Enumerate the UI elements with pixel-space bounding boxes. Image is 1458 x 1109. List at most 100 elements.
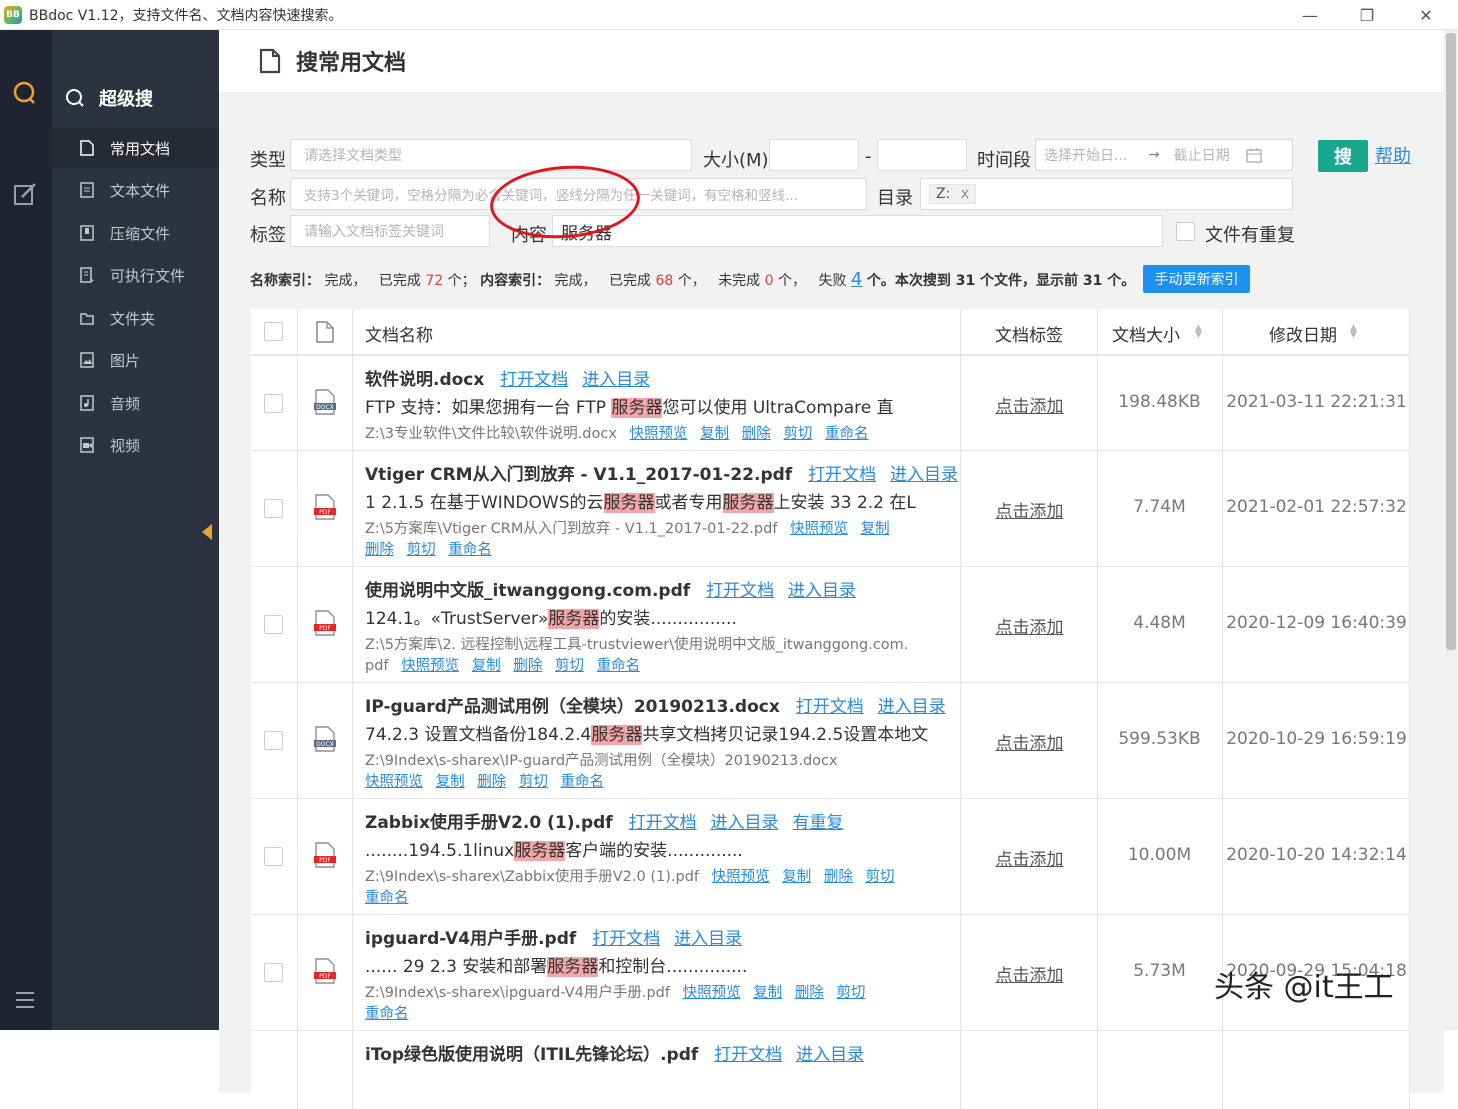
content-fail-count[interactable]: 4 [851,269,862,290]
copy-link[interactable]: 复制 [861,521,890,537]
sidebar-item-folders[interactable]: 文件夹 [52,298,219,338]
add-tag-link[interactable]: 点击添加 [961,613,1098,638]
header-modified-date[interactable]: 修改日期 [1269,321,1337,346]
open-doc-link[interactable]: 打开文档 [808,465,876,485]
select-all-checkbox[interactable] [264,322,283,341]
sidebar-item-video[interactable]: 视频 [52,425,219,465]
rename-link[interactable]: 重命名 [560,774,604,790]
rename-link[interactable]: 重命名 [365,890,409,906]
open-folder-link[interactable]: 进入目录 [788,581,856,601]
doc-date: 2020-10-20 14:32:14 [1226,845,1407,865]
preview-link[interactable]: 快照预览 [683,985,741,1001]
menu-icon[interactable] [15,991,35,1009]
reindex-button[interactable]: 手动更新索引 [1143,265,1250,293]
row-checkbox[interactable] [264,394,283,413]
cut-link[interactable]: 剪切 [407,542,436,558]
open-doc-link[interactable]: 打开文档 [629,813,697,833]
header-doc-size[interactable]: 文档大小 [1112,321,1180,346]
cut-link[interactable]: 剪切 [519,774,548,790]
delete-link[interactable]: 删除 [477,774,506,790]
open-folder-link[interactable]: 进入目录 [711,813,779,833]
preview-link[interactable]: 快照预览 [790,521,848,537]
date-range-picker[interactable]: 选择开始日... → 截止日期 [1035,139,1293,171]
rename-link[interactable]: 重命名 [825,426,869,442]
copy-link[interactable]: 复制 [700,426,729,442]
copy-link[interactable]: 复制 [436,774,465,790]
help-link[interactable]: 帮助 [1375,142,1411,168]
minimize-button[interactable]: — [1282,0,1338,30]
tag-close-icon[interactable]: x [961,186,969,202]
delete-link[interactable]: 删除 [742,426,771,442]
open-doc-link[interactable]: 打开文档 [592,929,660,949]
type-select[interactable]: 请选择文档类型 [290,139,692,171]
tag-label: 标签 [250,225,286,246]
maximize-button[interactable]: ❐ [1339,0,1395,30]
cut-link[interactable]: 剪切 [865,869,894,885]
header-doc-name[interactable]: 文档名称 [365,321,433,346]
row-checkbox[interactable] [264,847,283,866]
scrollbar-thumb[interactable] [1446,33,1456,650]
content-keyword-input[interactable]: 服务器 [552,215,1163,247]
directory-label: 目录 [877,188,913,209]
sort-icon[interactable]: ▲ ▼ [1195,324,1202,340]
add-tag-link[interactable]: 点击添加 [961,961,1098,986]
sidebar-item-label: 文本文件 [110,181,171,200]
cut-link[interactable]: 剪切 [836,985,865,1001]
preview-link[interactable]: 快照预览 [401,658,459,674]
sidebar-item-archives[interactable]: 压缩文件 [52,213,219,253]
size-min-input[interactable] [769,139,859,171]
delete-link[interactable]: 删除 [824,869,853,885]
cut-link[interactable]: 剪切 [555,658,584,674]
size-max-input[interactable] [877,139,967,171]
search-icon[interactable] [13,81,37,105]
add-tag-link[interactable]: 点击添加 [961,392,1098,417]
delete-link[interactable]: 删除 [365,542,394,558]
scrollbar[interactable] [1444,30,1458,1030]
row-checkbox[interactable] [264,615,283,634]
duplicate-checkbox[interactable] [1176,222,1195,241]
preview-link[interactable]: 快照预览 [365,774,423,790]
sidebar-item-common-docs[interactable]: 常用文档 [52,128,219,168]
preview-link[interactable]: 快照预览 [630,426,688,442]
main-content: 搜常用文档 类型 请选择文档类型 大小(M) - 时间段 选择开始日... → … [219,30,1444,1109]
rename-link[interactable]: 重命名 [448,542,492,558]
sidebar-item-audio[interactable]: 音频 [52,383,219,423]
open-folder-link[interactable]: 进入目录 [796,1045,864,1065]
copy-link[interactable]: 复制 [472,658,501,674]
sidebar-item-executables[interactable]: 可执行文件 [52,255,219,295]
sidebar-item-text-files[interactable]: 文本文件 [52,170,219,210]
open-folder-link[interactable]: 进入目录 [674,929,742,949]
row-checkbox[interactable] [264,731,283,750]
directory-select[interactable]: Z: x [920,178,1293,210]
open-folder-link[interactable]: 进入目录 [878,697,946,717]
open-folder-link[interactable]: 进入目录 [890,465,958,485]
sidebar-item-images[interactable]: 图片 [52,340,219,380]
add-tag-link[interactable]: 点击添加 [961,729,1098,754]
collapse-handle[interactable] [202,524,212,540]
open-folder-link[interactable]: 进入目录 [582,370,650,390]
row-divider [251,914,1410,915]
rename-link[interactable]: 重命名 [597,658,641,674]
delete-link[interactable]: 删除 [795,985,824,1001]
preview-link[interactable]: 快照预览 [712,869,770,885]
open-doc-link[interactable]: 打开文档 [500,370,568,390]
copy-link[interactable]: 复制 [782,869,811,885]
open-doc-link[interactable]: 打开文档 [706,581,774,601]
edit-icon[interactable] [13,182,37,206]
open-doc-link[interactable]: 打开文档 [796,697,864,717]
add-tag-link[interactable]: 点击添加 [961,497,1098,522]
open-doc-link[interactable]: 打开文档 [714,1045,782,1065]
duplicate-link[interactable]: 有重复 [792,813,843,833]
sort-icon[interactable]: ▲ ▼ [1350,324,1357,340]
row-checkbox[interactable] [264,963,283,982]
row-checkbox[interactable] [264,499,283,518]
cut-link[interactable]: 剪切 [783,426,812,442]
close-button[interactable]: ✕ [1398,0,1454,30]
copy-link[interactable]: 复制 [753,985,782,1001]
tag-keyword-input[interactable]: 请输入文档标签关键词 [290,215,490,247]
rename-link[interactable]: 重命名 [365,1006,409,1022]
date-start-placeholder: 选择开始日... [1044,148,1128,164]
add-tag-link[interactable]: 点击添加 [961,845,1098,870]
delete-link[interactable]: 删除 [513,658,542,674]
search-button[interactable]: 搜 [1318,140,1368,172]
